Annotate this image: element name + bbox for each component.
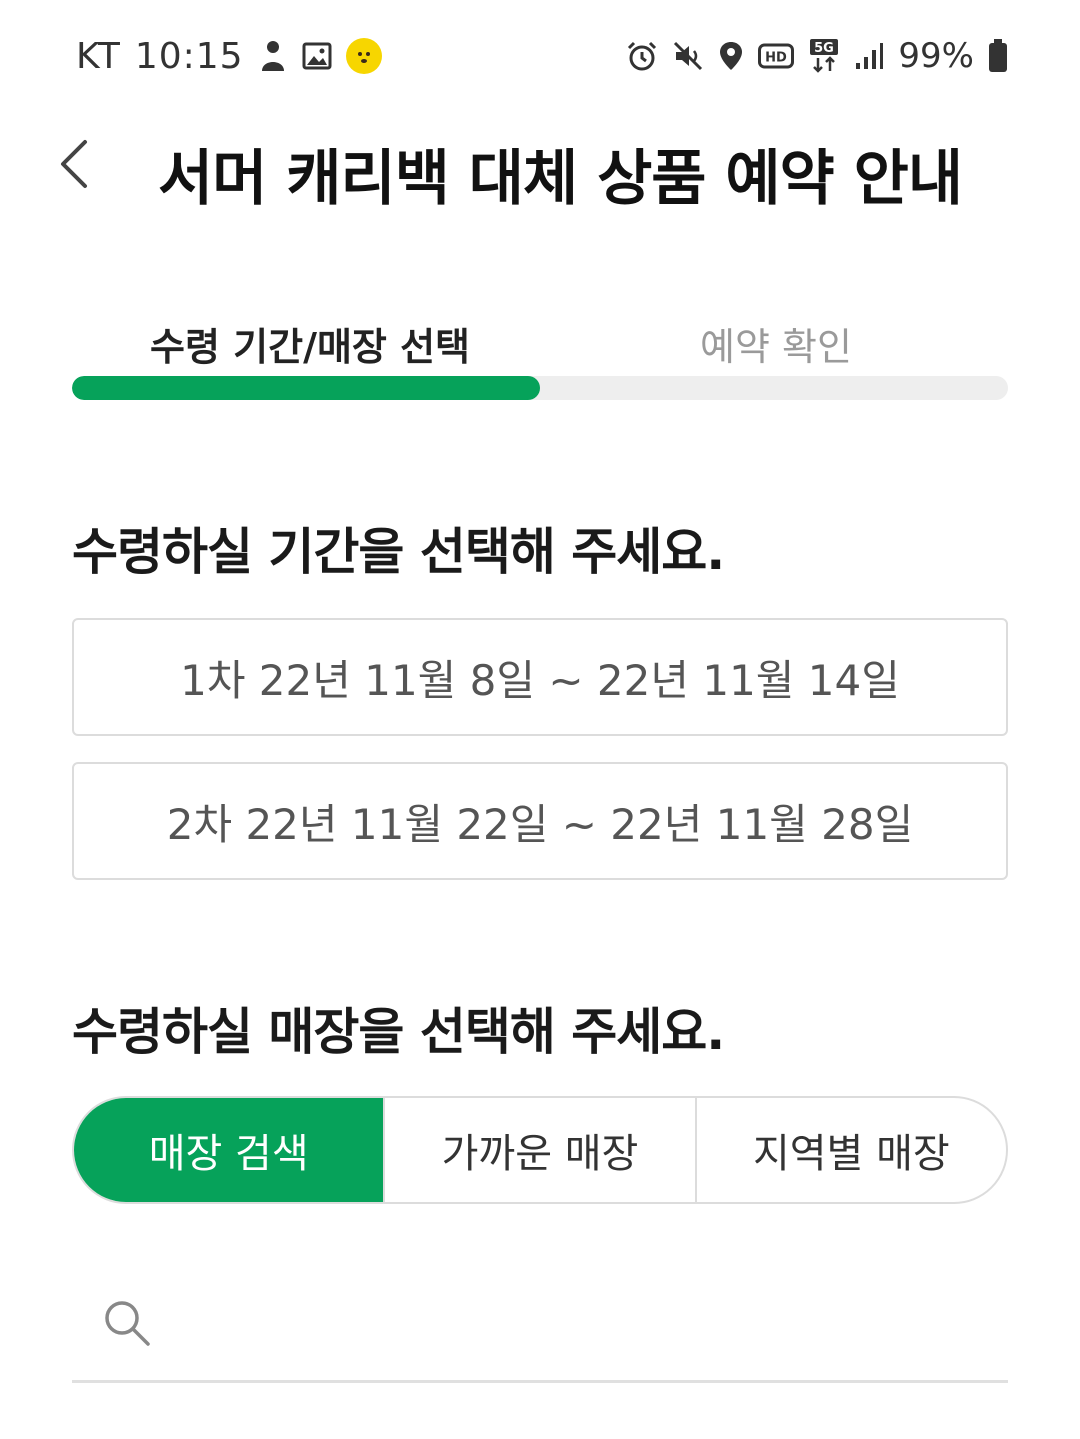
period-option-1[interactable]: 1차 22년 11월 8일 ~ 22년 11월 14일 (72, 618, 1008, 736)
header: 서머 캐리백 대체 상품 예약 안내 (0, 112, 1080, 222)
progress-track (72, 376, 1008, 400)
5g-icon: 5G (808, 38, 840, 74)
alarm-icon (626, 40, 658, 72)
location-icon (718, 40, 744, 72)
period-heading: 수령하실 기간을 선택해 주세요. (72, 523, 725, 581)
search-underline (72, 1380, 1008, 1383)
store-search-row (72, 1272, 1008, 1384)
back-button[interactable] (52, 134, 96, 194)
store-tab-group: 매장 검색 가까운 매장 지역별 매장 (72, 1096, 1008, 1204)
screen: KT 10:15 HD 5G 99% 서머 캐리백 대체 상품 예약 안내 수령… (0, 0, 1080, 1439)
svg-text:5G: 5G (815, 41, 835, 56)
tab-regional-store[interactable]: 지역별 매장 (694, 1098, 1006, 1202)
image-icon (302, 41, 332, 71)
step-confirm-reservation: 예약 확인 (700, 325, 852, 369)
person-icon (258, 39, 288, 73)
step-select-period-store: 수령 기간/매장 선택 (150, 325, 471, 369)
progress-fill (72, 376, 540, 400)
signal-icon (854, 41, 884, 71)
store-search-input[interactable] (172, 1292, 996, 1358)
tab-store-search[interactable]: 매장 검색 (74, 1098, 384, 1202)
tab-nearby-store[interactable]: 가까운 매장 (383, 1098, 694, 1202)
step-indicator: 수령 기간/매장 선택 예약 확인 (72, 312, 1008, 402)
clock: 10:15 (134, 35, 244, 77)
page-title: 서머 캐리백 대체 상품 예약 안내 (158, 144, 963, 214)
battery-percent: 99% (898, 36, 974, 76)
svg-text:HD: HD (766, 51, 788, 66)
search-icon[interactable] (100, 1296, 156, 1352)
carrier-label: KT (76, 35, 121, 77)
period-option-2[interactable]: 2차 22년 11월 22일 ~ 22년 11월 28일 (72, 762, 1008, 880)
kakao-icon (345, 38, 382, 74)
status-bar: KT 10:15 HD 5G 99% (0, 0, 1080, 112)
mute-icon (672, 40, 704, 72)
store-heading: 수령하실 매장을 선택해 주세요. (72, 1003, 725, 1061)
status-left: KT 10:15 (76, 34, 382, 78)
chevron-left-icon (61, 140, 87, 188)
status-right: HD 5G 99% (626, 34, 1008, 78)
hd-icon: HD (758, 42, 795, 70)
battery-icon (988, 39, 1008, 73)
